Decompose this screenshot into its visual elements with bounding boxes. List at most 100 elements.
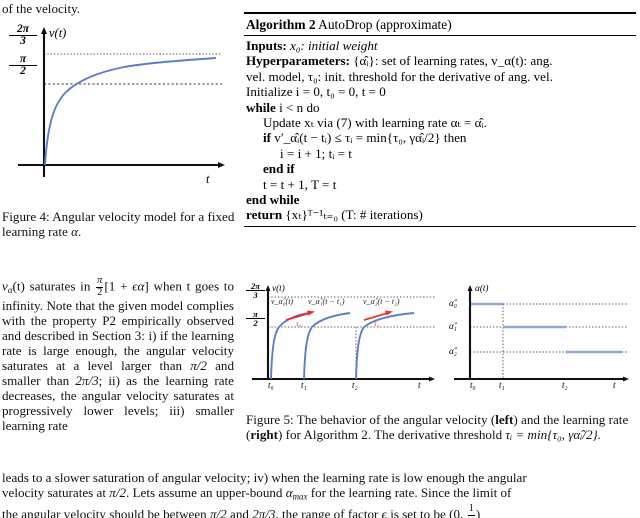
- figure-4-caption-symbol: α: [71, 224, 78, 239]
- bottom-line-2-b: . Lets assume an upper-bound: [126, 485, 286, 500]
- algorithm-number: Algorithm 2: [246, 17, 316, 32]
- bottom-math-fraction: 1: [467, 504, 475, 517]
- algo-kw-if: if: [263, 130, 271, 146]
- fig5-curve-label-0: v_α̂₀(t): [271, 297, 294, 306]
- algorithm-block: Algorithm 2 AutoDrop (approximate) Input…: [244, 12, 636, 227]
- bottom-line-1-text: leads to a slower saturation of angular …: [2, 470, 527, 485]
- fig5-left-x-axis-label: t: [418, 380, 421, 390]
- algorithm-rule-bottom: [244, 225, 636, 227]
- fig5-right-xtick-t1: t₁: [499, 380, 505, 390]
- algo-return-rest: {xₜ}ᵀ⁻¹ₜ₌₀ (T: # iterations): [282, 207, 423, 223]
- fig5-tangent-label-tau1: τ₁: [374, 319, 380, 328]
- algo-initialize: Initialize i = 0, t₀ = 0, t = 0: [246, 84, 386, 100]
- bottom-math-alpha-max-sub: max: [292, 491, 308, 502]
- algorithm-name: AutoDrop (approximate): [315, 17, 452, 32]
- algorithm-line-if: if v′_α̂ᵢ(t − tᵢ) ≤ τᵢ = min{τ₀, γα̂ᵢ/2}…: [246, 130, 636, 145]
- bottom-line-3-b: and: [226, 506, 253, 518]
- algo-if-cond: v′_α̂ᵢ(t − tᵢ) ≤ τᵢ = min{τ₀, γα̂ᵢ/2} th…: [271, 130, 467, 146]
- fig4-y-axis-label: v(t): [49, 26, 67, 40]
- lead-line: of the velocity.: [2, 1, 234, 16]
- figure-5-caption: Figure 5: The behavior of the angular ve…: [246, 412, 638, 442]
- bottom-line-3-e: ): [475, 506, 481, 518]
- bottom-math-alpha-max: α: [285, 485, 293, 500]
- fig5-right-ytick-a0: α̂₀: [449, 298, 457, 308]
- algorithm-body: Inputs: x₀: initial weight Hyperparamete…: [244, 36, 636, 226]
- algorithm-title: Algorithm 2 AutoDrop (approximate): [244, 14, 636, 35]
- bottom-line-1: leads to a slower saturation of angular …: [2, 470, 638, 485]
- algorithm-line-inputs: Inputs: x₀: initial weight: [246, 38, 636, 53]
- algorithm-line-endwhile: end while: [246, 192, 636, 207]
- bottom-line-3-a: the angular velocity should be between: [2, 506, 210, 518]
- fig5-right-ytick-a1: α̂₁: [449, 321, 457, 331]
- algo-inputs-rest: x₀: initial weight: [286, 38, 378, 53]
- bottom-line-3-c: , the range of factor: [275, 506, 382, 518]
- algorithm-line-return: return {xₜ}ᵀ⁻¹ₜ₌₀ (T: # iterations): [246, 207, 636, 222]
- bottom-line-2: velocity saturates at π/2. Lets assume a…: [2, 485, 638, 504]
- math-pi-over-2: π2: [96, 275, 104, 298]
- bottom-math-pi-2: π/2: [109, 485, 127, 500]
- algo-kw-return: return: [246, 207, 283, 223]
- algo-kw-endif: end if: [263, 161, 295, 177]
- fig5-left-xtick-t2: t₂: [352, 380, 358, 390]
- algorithm-line-endif: end if: [246, 161, 636, 176]
- fig5-curve-label-1: v_α̂₁(t − t₁): [308, 297, 345, 306]
- algorithm-line-update: Update xₜ via (7) with learning rate αₜ …: [246, 115, 636, 130]
- algo-hyperparams-rest: {α̂ᵢ}: set of learning rates, v_α(t): an…: [349, 53, 553, 69]
- figure-5-left-plot: 2π 3 π 2 v(t) t v_α̂₀(t) v_α̂₁(t − t₁) v…: [246, 282, 442, 396]
- figure-4-plot: 2π 3 π 2 v(t) t: [4, 22, 232, 202]
- algo-update: Update xₜ via (7) with learning rate αₜ …: [263, 115, 487, 131]
- math-pi-2: π/2: [190, 358, 207, 374]
- bottom-line-2-c: for the learning rate. Since the limit o…: [307, 485, 512, 500]
- fig4-x-axis-label: t: [206, 172, 210, 186]
- bottom-math-2pi-3-b: 2π/3: [252, 506, 276, 518]
- fig5-left-y-axis-label: v(t): [272, 283, 285, 293]
- algo-kw-endwhile: end while: [246, 192, 300, 208]
- algo-kw-inputs: Inputs:: [246, 38, 287, 53]
- fig5-tangent-label-tau0: τ₀: [296, 319, 302, 328]
- fig5-left-xtick-t1: t₁: [301, 380, 307, 390]
- fig5-right-xtick-t2: t₂: [562, 380, 568, 390]
- lead-line-text: of the velocity.: [2, 1, 81, 16]
- algorithm-line-hyperparams: Hyperparameters: {α̂ᵢ}: set of learning …: [246, 53, 636, 68]
- para-part-a: (t) saturates in: [12, 278, 96, 294]
- bottom-line-2-a: velocity saturates at: [2, 485, 110, 500]
- fig4-ytick-2pi-3: 2π 3: [9, 23, 37, 47]
- fig5-left-ytick-pi-2: π 2: [246, 310, 265, 327]
- algo-hyperparams-cont: vel. model, τ₀: init. threshold for the …: [246, 68, 553, 84]
- figure-5-label: Figure 5:: [246, 412, 294, 427]
- fig5-right-xtick-t0: t₀: [470, 380, 476, 390]
- bottom-full-width-text: leads to a slower saturation of angular …: [2, 470, 638, 518]
- bottom-line-3: the angular velocity should be between π…: [2, 504, 638, 518]
- bottom-math-pi-2-b: π/2: [209, 506, 227, 518]
- figure-4-caption-end: .: [77, 224, 82, 239]
- algo-increment: i = i + 1; tᵢ = t: [280, 145, 352, 161]
- para-part-b: [1 +: [104, 278, 133, 294]
- math-2pi-3: 2π/3: [75, 373, 99, 389]
- figure-4-label: Figure 4:: [2, 209, 50, 224]
- left-column-paragraph: vα(t) saturates in π 2 [1 + ϵα] when t goe…: [2, 275, 234, 433]
- fig5-right-ytick-a2: α̂₂: [449, 346, 457, 356]
- figure-5-right-plot: α̂₀ α̂₁ α̂₂ α(t) t t₀ t₁ t₂: [448, 283, 638, 396]
- figure-5-plots: 2π 3 π 2 v(t) t v_α̂₀(t) v_α̂₁(t − t₁) v…: [246, 282, 638, 402]
- algorithm-line-while: while i < n do: [246, 100, 636, 115]
- math-epsilon-alpha: ϵα: [132, 278, 145, 294]
- algorithm-line-tick: t = t + 1, T = t: [246, 177, 636, 192]
- algorithm-line-hyperparams-cont: vel. model, τ₀: init. threshold for the …: [246, 69, 636, 84]
- algo-tick: t = t + 1, T = t: [263, 176, 337, 192]
- figure-5-left-keyword: left: [495, 412, 514, 427]
- algo-kw-hyperparams: Hyperparameters:: [246, 53, 350, 69]
- paper-page: of the velocity. 2π 3 π 2 v(t) t Figure …: [0, 0, 640, 518]
- algo-kw-while: while: [246, 99, 276, 115]
- figure-5-caption-c: ) for Algorithm 2. The derivative thresh…: [278, 427, 506, 442]
- bottom-line-3-d: is set to be (0,: [386, 506, 467, 518]
- algorithm-line-increment: i = i + 1; tᵢ = t: [246, 146, 636, 161]
- algorithm-line-initialize: Initialize i = 0, t₀ = 0, t = 0: [246, 84, 636, 99]
- fig5-left-ytick-2pi-3: 2π 3: [246, 282, 265, 299]
- figure-4-caption: Figure 4: Angular velocity model for a f…: [2, 209, 236, 239]
- figure-5-caption-a: The behavior of the angular velocity (: [293, 412, 496, 427]
- fig4-ytick-pi-2: π 2: [9, 53, 37, 77]
- figure-5-right-keyword: right: [250, 427, 279, 442]
- fig5-curve-label-2: v_α̂₂(t − t₂): [363, 297, 400, 306]
- figure-5-caption-formula: τᵢ = min{τ₀, γα̂ᵢ/2}.: [505, 427, 602, 442]
- algo-while-cond: i < n do: [275, 99, 320, 115]
